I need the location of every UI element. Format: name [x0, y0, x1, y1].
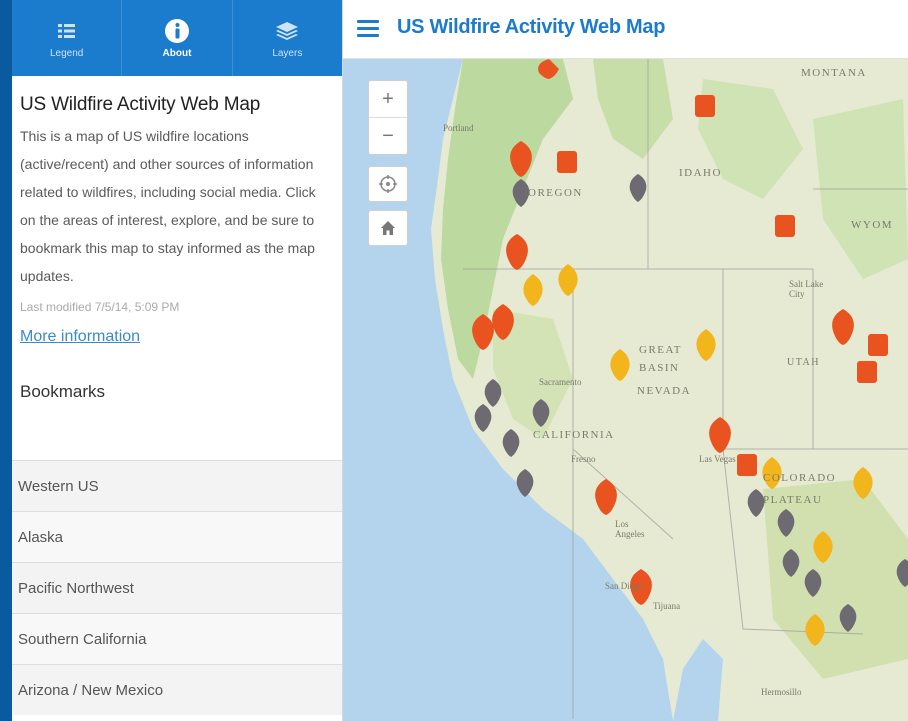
label-utah: UTAH [787, 357, 820, 368]
bookmark-item[interactable]: Alaska [12, 511, 342, 562]
app-title: US Wildfire Activity Web Map [397, 16, 666, 38]
locate-button[interactable] [368, 166, 408, 202]
home-icon [381, 221, 395, 235]
bookmarks-title: Bookmarks [20, 382, 106, 401]
sidebar: Legend About Layers US Wildfire Activity… [12, 0, 343, 721]
tab-legend[interactable]: Legend [12, 0, 123, 76]
label-hermosillo: Hermosillo [761, 687, 802, 697]
label-fresno: Fresno [571, 454, 596, 464]
bookmark-item[interactable]: Arizona / New Mexico [12, 664, 342, 715]
label-nevada: NEVADA [637, 385, 692, 397]
zoom-out-button[interactable]: − [369, 118, 407, 154]
list-icon [57, 18, 77, 44]
more-information-link[interactable]: More information [20, 328, 140, 346]
label-colorado-plateau: COLORADO PLATEAU [763, 472, 837, 506]
layers-icon [275, 18, 299, 44]
bookmark-list: Western US Alaska Pacific Northwest Sout… [12, 460, 342, 715]
zoom-in-button[interactable]: + [369, 81, 407, 118]
bookmark-item[interactable]: Pacific Northwest [12, 562, 342, 613]
label-wyoming: WYOM [851, 219, 894, 231]
home-button[interactable] [368, 210, 408, 246]
label-california: CALIFORNIA [533, 429, 615, 441]
bookmark-item[interactable]: Western US [12, 460, 342, 511]
bookmark-item[interactable]: Southern California [12, 613, 342, 664]
label-oregon: OREGON [528, 187, 583, 199]
app-header: US Wildfire Activity Web Map [343, 0, 908, 59]
label-tijuana: Tijuana [653, 601, 681, 611]
info-icon [164, 18, 190, 44]
about-description: This is a map of US wildfire locations (… [20, 128, 316, 284]
hamburger-menu-icon[interactable] [357, 20, 379, 38]
about-title: US Wildfire Activity Web Map [20, 94, 261, 115]
label-portland: Portland [443, 123, 474, 133]
label-las-vegas: Las Vegas [699, 454, 736, 464]
tab-layers[interactable]: Layers [233, 0, 342, 76]
label-idaho: IDAHO [679, 167, 722, 179]
last-modified: Last modified 7/5/14, 5:09 PM [20, 300, 180, 314]
label-san-diego: San Diego [605, 581, 643, 591]
zoom-control: + − [368, 80, 408, 155]
tab-legend-label: Legend [49, 47, 84, 59]
about-panel: US Wildfire Activity Web Map This is a m… [12, 76, 342, 402]
locate-icon [379, 175, 397, 193]
label-los-angeles: Los Angeles [615, 519, 645, 539]
left-edge [0, 0, 12, 721]
tab-about-label: About [162, 47, 192, 59]
basemap [343, 59, 908, 721]
label-salt-lake: Salt Lake City [789, 279, 824, 299]
tab-layers-label: Layers [272, 47, 303, 59]
map-view[interactable]: MONTANA IDAHO OREGON WYOM Portland Salt … [343, 59, 908, 721]
label-great-basin: GREAT BASIN [639, 344, 682, 374]
tab-about[interactable]: About [122, 0, 233, 76]
sidebar-tabs: Legend About Layers [12, 0, 342, 76]
label-sacramento: Sacramento [539, 377, 582, 387]
app-frame: Legend About Layers US Wildfire Activity… [0, 0, 908, 721]
label-montana: MONTANA [801, 67, 867, 79]
